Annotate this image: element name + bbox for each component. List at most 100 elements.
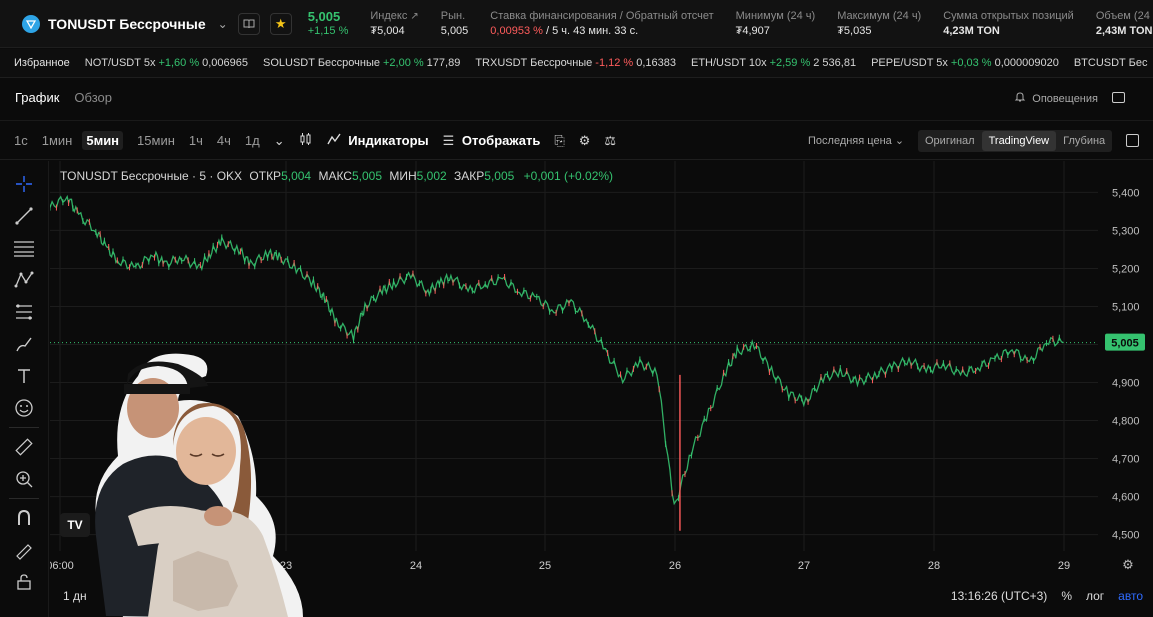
legend-high-label: МАКС: [318, 169, 352, 183]
funding-rate: 0,00953 %: [490, 24, 543, 37]
x-tick-label: 27: [798, 560, 810, 572]
external-link-icon[interactable]: ↗: [410, 11, 418, 22]
text-icon[interactable]: [11, 363, 37, 389]
price-change: +1,15 %: [307, 24, 349, 37]
brush-icon[interactable]: [11, 331, 37, 357]
favorites-ticker: Избранное NOT/USDT 5x +1,60 % 0,006965 SOL…: [0, 49, 1153, 78]
legend-open-label: ОТКР: [249, 169, 282, 183]
last-price-select[interactable]: Последняя цена ⌄: [808, 134, 904, 147]
timeframe-4h[interactable]: 4ч: [217, 133, 231, 148]
stat-label: Минимум (24 ч): [735, 9, 816, 22]
horizontal-lines-icon[interactable]: [11, 235, 37, 261]
last-price: 5,005: [307, 8, 341, 24]
view-depth[interactable]: Глубина: [1056, 131, 1112, 151]
timeframe-1m[interactable]: 1мин: [42, 133, 73, 148]
last-price-label: 5,005: [1111, 338, 1139, 350]
divider: [9, 498, 39, 499]
stat-label: Сумма открытых позиций: [943, 9, 1074, 22]
ticker-item[interactable]: BTCUSDT Бес: [1074, 57, 1148, 69]
stat-label: Рын.: [440, 9, 466, 22]
y-tick-label: 4,700: [1112, 454, 1140, 466]
y-tick-label: 5,100: [1112, 301, 1140, 313]
tab-overview[interactable]: Обзор: [74, 90, 112, 109]
chevron-down-icon[interactable]: ⌄: [218, 17, 228, 31]
ticker-item[interactable]: SOLUSDT Бессрочные +2,00 % 177,89: [263, 57, 460, 69]
timeframe-1h[interactable]: 1ч: [189, 133, 203, 148]
emoji-icon[interactable]: [11, 395, 37, 421]
x-tick-label: 24: [410, 560, 422, 572]
timeframe-5m[interactable]: 5мин: [82, 131, 124, 150]
log-toggle[interactable]: лог: [1086, 589, 1104, 603]
view-segment: Оригинал TradingView Глубина: [918, 130, 1113, 152]
chevron-down-icon[interactable]: ⌄: [274, 133, 285, 149]
stat-low24: Минимум (24 ч) ₮4,907: [736, 9, 816, 39]
x-tick-label: 29: [1058, 560, 1070, 572]
clock-time[interactable]: 13:16:26 (UTC+3): [951, 589, 1047, 603]
indicators-button[interactable]: Индикаторы: [327, 133, 429, 148]
ticker-item[interactable]: ETH/USDT 10x +2,59 % 2 536,81: [691, 57, 856, 69]
stat-value: 4,23M TON: [943, 24, 1000, 37]
ticker-item[interactable]: NOT/USDT 5x +1,60 % 0,006965: [85, 57, 248, 69]
ruler-icon[interactable]: [11, 434, 37, 460]
y-tick-label: 5,400: [1112, 187, 1140, 199]
stat-value: ₮5,035: [837, 24, 872, 37]
y-tick-label: 4,500: [1112, 530, 1140, 542]
tab-chart[interactable]: График: [15, 90, 59, 109]
stat-label: Максимум (24 ч): [837, 9, 922, 22]
stat-high24: Максимум (24 ч) ₮5,035: [837, 9, 921, 39]
trendline-icon[interactable]: [11, 203, 37, 229]
zoom-in-icon[interactable]: [11, 466, 37, 492]
view-tradingview[interactable]: TradingView: [981, 131, 1057, 151]
stat-funding: Ставка финансирования / Обратный отсчет …: [490, 9, 713, 39]
chart-legend: TONUSDT Бессрочные · 5 · OKX ОТКР5,004 М…: [60, 169, 613, 183]
legend-low-label: МИН: [389, 169, 417, 183]
view-tabs: График Обзор Оповещения: [0, 79, 1153, 121]
pair-title[interactable]: TONUSDT Бессрочные: [48, 16, 206, 32]
couple-photo-sticker: [95, 353, 303, 617]
auto-toggle[interactable]: авто: [1118, 589, 1143, 603]
alerts-button[interactable]: Оповещения: [1014, 91, 1098, 106]
legend-close: 5,005: [484, 169, 515, 183]
layout-icon[interactable]: ⎘: [554, 133, 564, 149]
crosshair-icon[interactable]: [11, 171, 37, 197]
ticker-item[interactable]: PEPE/USDT 5x +0,03 % 0,000009020: [871, 57, 1059, 69]
gear-icon[interactable]: ⚙: [579, 133, 591, 149]
candles-icon[interactable]: [299, 132, 313, 149]
favorites-label: Избранное: [14, 57, 70, 69]
window-icon[interactable]: [1112, 92, 1125, 103]
book-icon[interactable]: [237, 12, 260, 35]
scales-icon[interactable]: ⚖: [604, 133, 616, 149]
timeframe-15m[interactable]: 15мин: [137, 133, 175, 148]
display-button[interactable]: ☰ Отображать: [443, 133, 541, 149]
price-block: 5,005 +1,15 %: [308, 9, 349, 39]
bell-icon: [1014, 91, 1026, 106]
ticker-item[interactable]: TRXUSDT Бессрочные -1,12 % 0,16383: [475, 57, 676, 69]
list-icon: ☰: [442, 132, 455, 148]
alerts-label: Оповещения: [1032, 92, 1098, 105]
axis-settings-icon[interactable]: ⚙: [1122, 557, 1134, 572]
legend-close-label: ЗАКР: [454, 169, 485, 183]
timeframe-1d[interactable]: 1д: [245, 133, 260, 148]
y-tick-label: 4,800: [1112, 416, 1140, 428]
legend-change: +0,001 (+0.02%): [523, 169, 614, 183]
x-tick-label: 25: [539, 560, 551, 572]
lock-drawing-icon[interactable]: [11, 537, 37, 563]
stat-value: 2,43M TON: [1095, 24, 1153, 37]
indicators-label: Индикаторы: [348, 133, 429, 148]
fib-icon[interactable]: [11, 299, 37, 325]
stat-label: Ставка финансирования / Обратный отсчет: [490, 9, 714, 22]
timeframe-1s[interactable]: 1с: [14, 133, 28, 148]
chart-toolbar: 1с 1мин 5мин 15мин 1ч 4ч 1д ⌄ Индикаторы…: [0, 122, 1153, 160]
x-tick-label: 28: [928, 560, 940, 572]
funding-countdown: / 5 ч. 43 мин. 33 с.: [545, 24, 639, 37]
legend-title: TONUSDT Бессрочные · 5 · OKX: [60, 169, 243, 183]
lock-icon[interactable]: [11, 569, 37, 595]
stat-volume: Объем (24 2,43M TON: [1096, 9, 1153, 39]
percent-toggle[interactable]: %: [1061, 589, 1072, 603]
view-original[interactable]: Оригинал: [918, 131, 982, 151]
pattern-icon[interactable]: [11, 267, 37, 293]
magnet-icon[interactable]: [11, 505, 37, 531]
favorite-star-icon[interactable]: ★: [269, 12, 292, 35]
legend-open: 5,004: [281, 169, 312, 183]
expand-icon[interactable]: [1126, 134, 1139, 147]
